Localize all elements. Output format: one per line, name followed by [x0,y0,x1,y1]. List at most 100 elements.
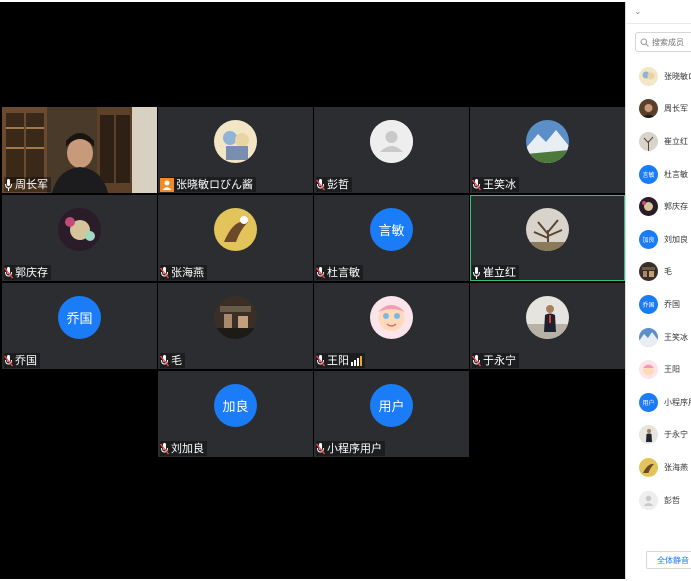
participant-name-label: 周长军 [4,177,51,192]
participant-avatar [526,120,569,163]
member-name: 崔立红 [664,136,688,146]
panel-header: ⌄ [626,2,691,24]
participant-name-label: 王阳 [316,353,365,368]
video-tile[interactable]: 彭哲 [314,107,469,193]
video-tile[interactable]: 张晓敏ロびん酱 [158,107,313,193]
video-tile[interactable]: 言敏 杜言敏 [314,195,469,281]
video-tile[interactable]: 加良 刘加良 [158,371,313,457]
member-name: 彭哲 [664,495,680,505]
video-tile[interactable]: 乔国 乔国 [2,283,157,369]
microphone-muted-icon [4,266,13,278]
video-tile[interactable]: 王笑冰 [470,107,625,193]
participant-avatar [214,208,257,251]
search-icon [640,38,649,47]
video-tile[interactable]: 毛 [158,283,313,369]
participant-avatar [370,296,413,339]
participant-name-label: 毛 [160,353,185,368]
microphone-muted-icon [316,354,325,366]
participant-name-label: 张海燕 [160,265,207,280]
member-list-item[interactable]: 言敏 杜言敏 [626,158,691,191]
participant-name-label: 郭庆存 [4,265,51,280]
participant-avatar [526,208,569,251]
participant-name-label: 刘加良 [160,441,207,456]
video-grid: 周长军 张晓敏ロびん酱 彭哲 王笑冰 郭庆存 张海燕 言敏 杜言敏 崔立红 乔国… [0,2,625,579]
video-tile-active-speaker[interactable]: 崔立红 [470,195,625,281]
video-tile[interactable]: 周长军 [2,107,157,193]
member-name: 张晓敏ロ [664,71,691,81]
member-avatar [639,99,658,119]
member-list-item[interactable]: 毛 [626,256,691,289]
member-avatar [639,197,658,217]
member-list-item[interactable]: 王阳 [626,353,691,386]
member-list-item[interactable]: 用户 小程序用 [626,386,691,419]
member-search-box[interactable] [635,32,691,52]
host-badge-icon [160,177,174,192]
member-avatar: 加良 [639,229,658,249]
chevron-down-icon[interactable]: ⌄ [634,7,642,17]
member-avatar [639,490,658,510]
member-name: 王笑冰 [664,332,688,342]
participant-name: 小程序用户 [327,442,382,455]
microphone-muted-icon [472,178,481,190]
member-list-item[interactable]: 张晓敏ロ [626,60,691,93]
video-tile[interactable]: 于永宁 [470,283,625,369]
member-avatar [639,66,658,86]
participant-name: 乔国 [15,354,37,367]
member-list-item[interactable]: 加良 刘加良 [626,223,691,256]
microphone-muted-icon [4,354,13,366]
member-list-item[interactable]: 崔立红 [626,125,691,158]
participant-name-label: 乔国 [4,353,40,368]
video-tile[interactable]: 郭庆存 [2,195,157,281]
member-search-input[interactable] [652,37,691,47]
participant-name-label: 小程序用户 [316,441,385,456]
microphone-muted-icon [316,266,325,278]
participant-name: 郭庆存 [15,266,48,279]
participant-avatar: 加良 [214,384,257,427]
participant-name: 彭哲 [327,178,349,191]
member-list-item[interactable]: 彭哲 [626,484,691,517]
member-name: 乔国 [664,299,680,309]
member-name: 张海燕 [664,462,688,472]
member-name: 周长军 [664,104,688,114]
member-name: 小程序用 [664,397,691,407]
participant-name: 崔立红 [483,266,516,279]
member-panel: ⌄ 张晓敏ロ 周长军 崔立红 言敏 杜言敏 郭庆存 加良 刘加良 [625,2,691,579]
participant-name-label: 于永宁 [472,353,519,368]
member-list-item[interactable]: 张海燕 [626,451,691,484]
mute-all-button[interactable]: 全体静音 [646,551,691,569]
participant-name: 张海燕 [171,266,204,279]
microphone-icon [5,178,12,191]
microphone-muted-icon [316,178,325,190]
member-avatar: 用户 [639,392,658,412]
participant-name-label: 崔立红 [472,265,519,280]
video-tile[interactable]: 张海燕 [158,195,313,281]
participant-avatar [214,296,257,339]
microphone-muted-icon [472,354,481,366]
member-avatar: 言敏 [639,164,658,184]
microphone-muted-icon [316,442,325,454]
network-signal-icon [351,355,362,366]
participant-avatar [526,296,569,339]
video-tile[interactable]: 王阳 [314,283,469,369]
member-list-item[interactable]: 王笑冰 [626,321,691,354]
microphone-muted-icon [160,354,169,366]
member-list-item[interactable]: 于永宁 [626,419,691,452]
participant-name: 刘加良 [171,442,204,455]
microphone-icon [473,266,480,279]
member-list-item[interactable]: 周长军 [626,93,691,126]
participant-name: 张晓敏ロびん酱 [176,178,253,191]
member-list-item[interactable]: 乔国 乔国 [626,288,691,321]
video-tile[interactable]: 用户 小程序用户 [314,371,469,457]
member-avatar [639,327,658,347]
member-list-item[interactable]: 郭庆存 [626,190,691,223]
participant-name: 杜言敏 [327,266,360,279]
member-name: 王阳 [664,365,680,375]
participant-name: 周长军 [15,178,48,191]
member-avatar [639,425,658,445]
participant-name: 毛 [171,354,182,367]
member-avatar [639,262,658,282]
participant-avatar: 乔国 [58,296,101,339]
participant-name: 于永宁 [483,354,516,367]
participant-name-label: 张晓敏ロびん酱 [160,177,256,192]
member-name: 于永宁 [664,430,688,440]
